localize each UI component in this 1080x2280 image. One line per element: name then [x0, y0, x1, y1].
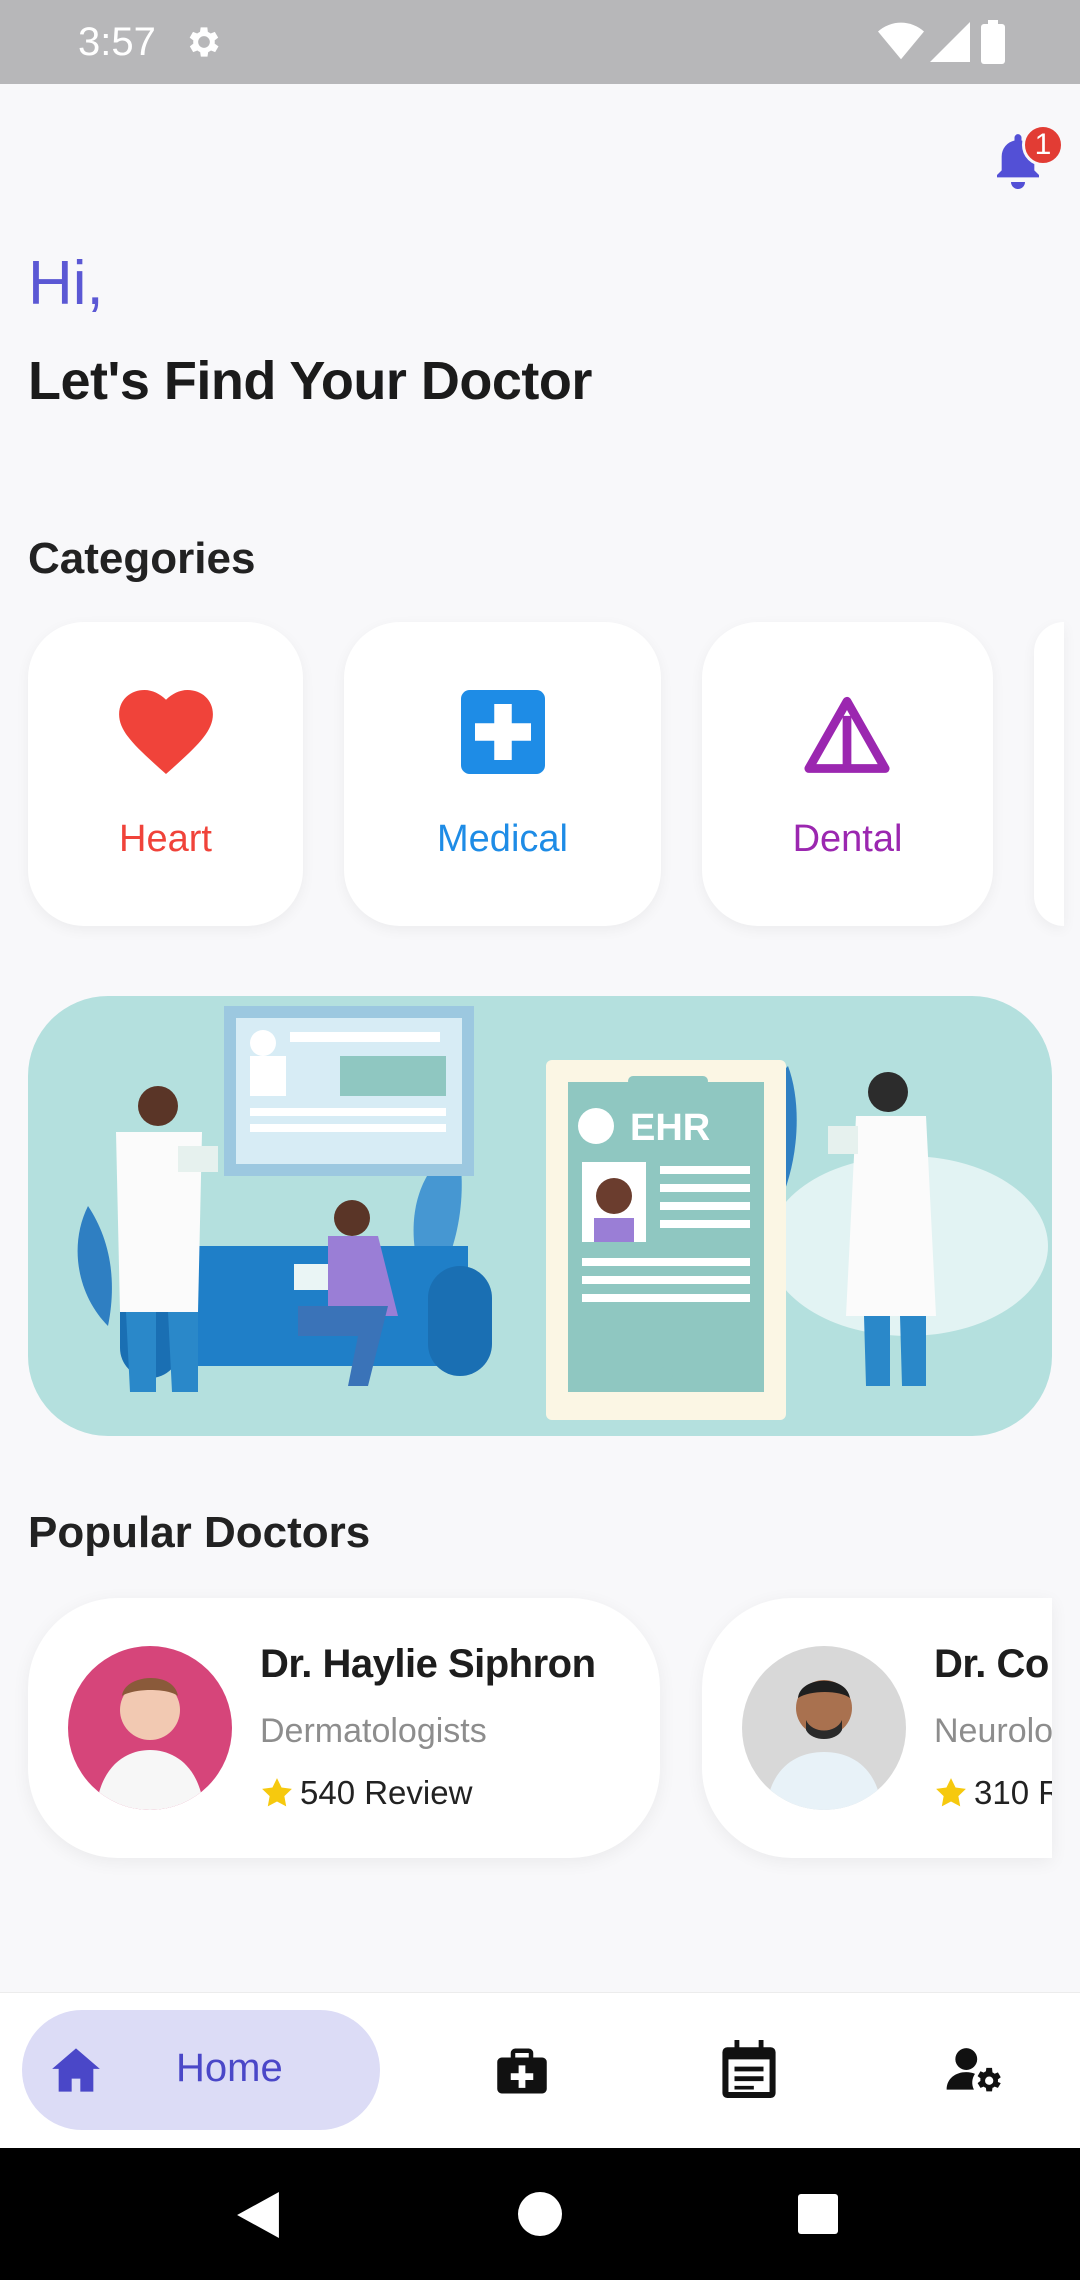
doctor-card-haylie[interactable]: Dr. Haylie Siphron Dermatologists 540 Re… — [28, 1598, 660, 1858]
home-circle-icon[interactable] — [518, 2192, 562, 2236]
recents-square-icon[interactable] — [798, 2194, 838, 2234]
ehr-illustration: EHR — [77, 1006, 1048, 1420]
category-card-heart[interactable]: Heart — [28, 622, 303, 926]
greeting-text: Hi, — [28, 249, 104, 318]
category-card-partial[interactable] — [1034, 622, 1064, 926]
system-navigation-bar — [0, 2148, 1080, 2280]
doctor-avatar — [742, 1646, 906, 1810]
popular-doctors-title: Popular Doctors — [28, 1508, 371, 1557]
cell-signal-icon — [930, 22, 970, 62]
doctor-name: Dr. Co — [934, 1642, 1049, 1686]
notification-badge: 1 — [1022, 124, 1064, 166]
triangle-warning-icon — [804, 696, 890, 773]
status-time: 3:57 — [78, 20, 156, 64]
star-icon — [262, 1778, 292, 1807]
promo-banner[interactable]: EHR — [28, 996, 1052, 1436]
category-card-dental[interactable]: Dental — [702, 622, 993, 926]
medical-bag-icon[interactable] — [494, 2044, 550, 2098]
doctor-review-count: 310 R — [974, 1774, 1052, 1811]
back-icon[interactable] — [236, 2192, 280, 2238]
doctor-name: Dr. Haylie Siphron — [260, 1642, 596, 1686]
doctor-review-count: 540 Review — [300, 1774, 473, 1811]
heart-icon — [119, 690, 213, 775]
ehr-text: EHR — [630, 1107, 710, 1149]
user-settings-icon[interactable] — [946, 2046, 1004, 2094]
doctor-specialty: Neurolo — [934, 1712, 1052, 1750]
doctor-card-second[interactable]: Dr. Co Neurolo 310 R — [702, 1598, 1052, 1858]
doctor-specialty: Dermatologists — [260, 1712, 487, 1750]
star-icon — [936, 1778, 966, 1807]
category-label-heart: Heart — [119, 818, 212, 860]
settings-gear-icon — [189, 27, 219, 57]
category-label-medical: Medical — [437, 818, 568, 860]
calendar-icon[interactable] — [722, 2040, 776, 2098]
categories-title: Categories — [28, 534, 256, 583]
doctor-avatar — [68, 1646, 232, 1810]
wifi-icon — [878, 22, 924, 60]
category-card-medical[interactable]: Medical — [344, 622, 661, 926]
battery-icon — [981, 20, 1005, 64]
medical-cross-icon — [461, 690, 545, 774]
home-icon[interactable] — [50, 2046, 102, 2094]
page-headline: Let's Find Your Doctor — [28, 351, 592, 411]
category-label-dental: Dental — [792, 818, 903, 860]
nav-home-label[interactable]: Home — [176, 2046, 283, 2091]
